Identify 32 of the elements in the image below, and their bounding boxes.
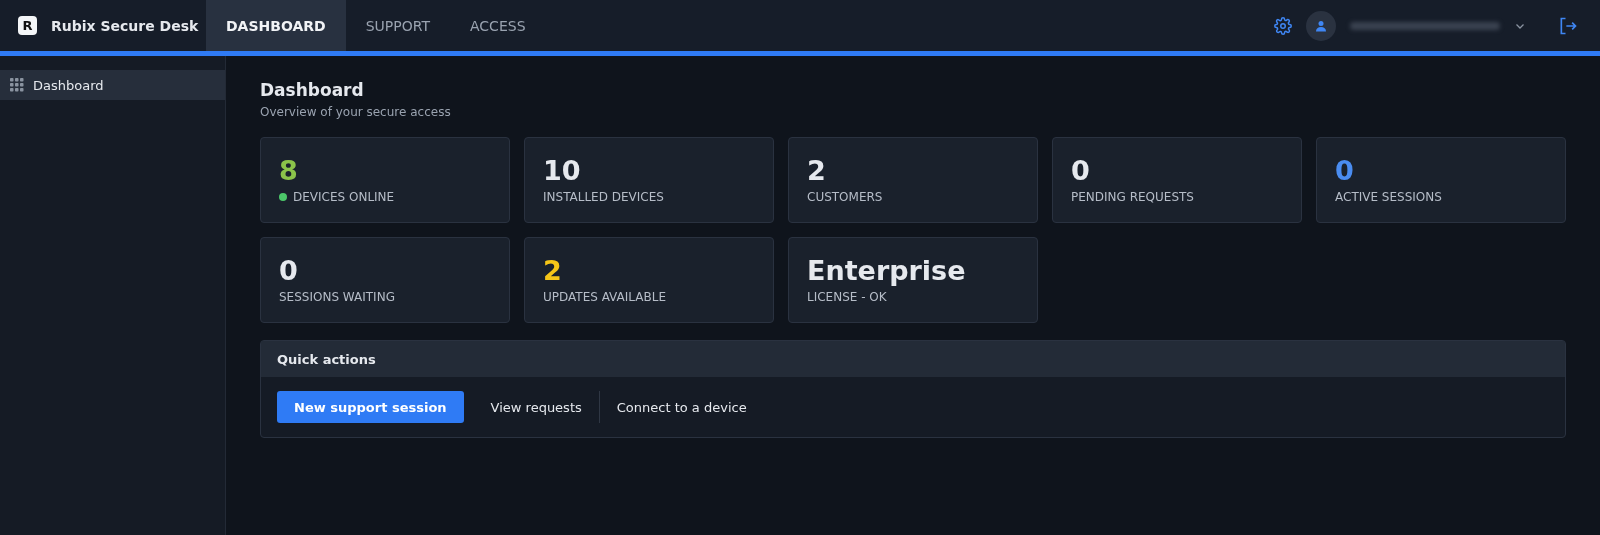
page-subtitle: Overview of your secure access <box>260 105 452 119</box>
app-title: Rubix Secure Desk <box>51 17 199 34</box>
stat-label: UPDATES AVAILABLE <box>543 289 666 304</box>
page-title: Dashboard <box>260 80 365 100</box>
stat-value: 2 <box>807 156 827 186</box>
stat-label: ACTIVE SESSIONS <box>1335 189 1442 204</box>
action-link[interactable]: Connect to a device <box>598 391 764 423</box>
nav-tab[interactable]: SUPPORT <box>345 0 450 51</box>
logo-icon: R <box>18 16 37 35</box>
stat-value: 0 <box>1335 156 1355 186</box>
grid-icon <box>10 78 24 92</box>
stat-label: LICENSE - OK <box>807 289 887 304</box>
stat-value: 0 <box>279 256 299 286</box>
stat-label: CUSTOMERS <box>807 189 883 204</box>
nav-tab[interactable]: DASHBOARD <box>206 0 346 51</box>
logout-icon[interactable] <box>1558 15 1578 36</box>
stat-label: DEVICES ONLINE <box>293 189 395 204</box>
action-link[interactable]: View requests <box>473 391 599 423</box>
stat-value: 10 <box>543 156 582 186</box>
settings-icon[interactable] <box>1274 16 1292 35</box>
stat-label: PENDING REQUESTS <box>1071 189 1194 204</box>
stat-value: 2 <box>543 256 563 286</box>
stat-label: SESSIONS WAITING <box>279 289 395 304</box>
stat-value: 8 <box>279 156 299 186</box>
avatar-icon[interactable] <box>1306 10 1336 41</box>
stat-label: INSTALLED DEVICES <box>543 189 664 204</box>
new-session-button[interactable]: New support session <box>277 391 464 423</box>
stat-value: 0 <box>1071 156 1091 186</box>
sidebar-item[interactable]: Dashboard <box>0 70 225 100</box>
stat-value: Enterprise <box>807 256 967 286</box>
panel-title: Quick actions <box>261 341 1565 377</box>
nav-tab[interactable]: ACCESS <box>450 0 546 51</box>
